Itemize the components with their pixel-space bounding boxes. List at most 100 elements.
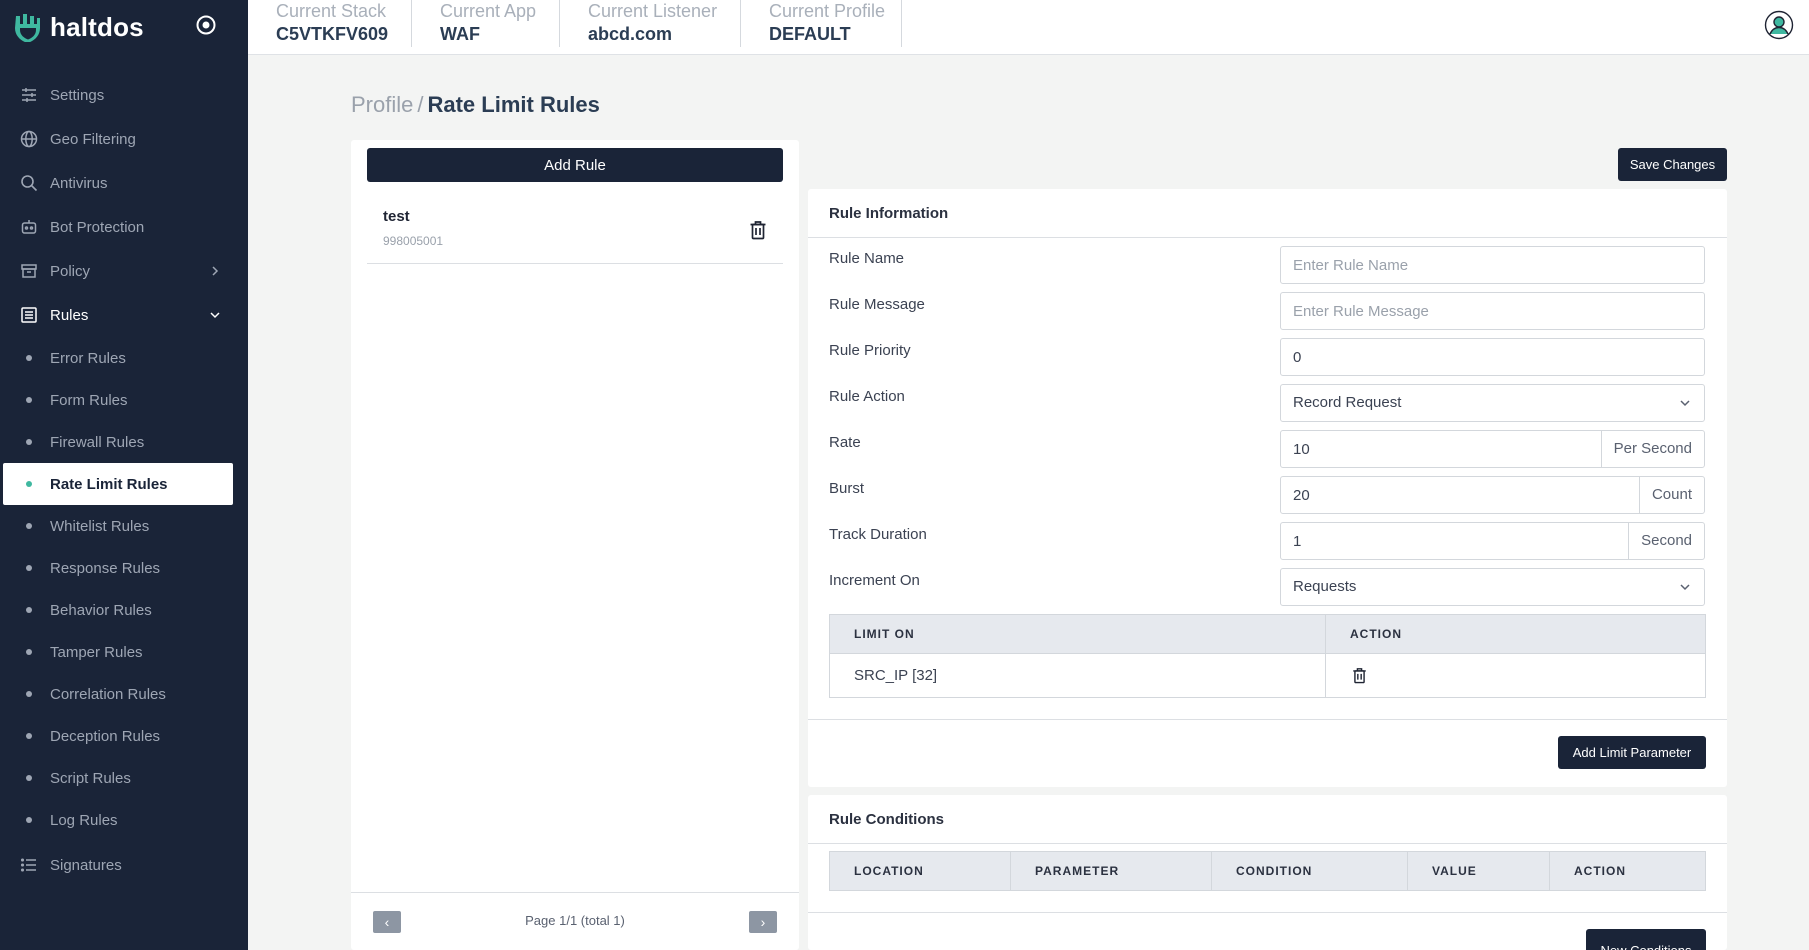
rule-information-title: Rule Information: [808, 189, 1727, 238]
chevron-down-icon: [1680, 400, 1690, 407]
sidebar-subitem-correlation-rules[interactable]: Correlation Rules: [0, 673, 248, 715]
rule-item-name: test: [383, 208, 410, 225]
target-icon[interactable]: [195, 14, 217, 36]
rule-name-input[interactable]: [1280, 246, 1705, 284]
burst-input-group: Count: [1280, 476, 1705, 514]
current-app[interactable]: Current App WAF: [412, 0, 560, 47]
current-stack[interactable]: Current Stack C5VTKFV609: [248, 0, 412, 47]
sidebar-subitem-error-rules[interactable]: Error Rules: [0, 337, 248, 379]
current-profile[interactable]: Current Profile DEFAULT: [741, 0, 902, 47]
table-header-row: LOCATION PARAMETER CONDITION VALUE ACTIO…: [829, 851, 1706, 891]
increment-on-selected: Requests: [1293, 578, 1357, 595]
pagination: ‹ Page 1/1 (total 1) ›: [351, 892, 799, 950]
limit-on-cell: SRC_IP [32]: [829, 653, 1326, 698]
rule-message-row: Rule Message: [829, 292, 1706, 330]
burst-input[interactable]: [1281, 477, 1639, 513]
burst-unit: Count: [1638, 477, 1704, 513]
sidebar-subitem-label: Tamper Rules: [50, 643, 143, 661]
track-duration-row: Track Duration Second: [829, 522, 1706, 560]
sidebar-item-label: Policy: [50, 262, 91, 280]
table-row: SRC_IP [32]: [829, 653, 1706, 698]
sidebar-subitem-rate-limit-rules[interactable]: Rate Limit Rules: [3, 463, 233, 505]
current-app-value: WAF: [440, 24, 480, 44]
sidebar-subitem-behavior-rules[interactable]: Behavior Rules: [0, 589, 248, 631]
brand-logo[interactable]: haltdos: [14, 10, 144, 44]
bullet-list-icon: [20, 856, 38, 874]
sidebar-item-geo-filtering[interactable]: Geo Filtering: [0, 117, 248, 161]
sidebar-subitem-label: Firewall Rules: [50, 433, 145, 451]
increment-on-row: Increment On Requests: [829, 568, 1706, 606]
breadcrumb-separator: /: [417, 92, 424, 117]
sidebar-item-rules[interactable]: Rules: [0, 293, 248, 337]
current-listener[interactable]: Current Listener abcd.com: [560, 0, 741, 47]
sidebar-subitem-response-rules[interactable]: Response Rules: [0, 547, 248, 589]
bullet-icon: [26, 355, 32, 361]
user-avatar-icon[interactable]: [1764, 10, 1794, 40]
action-cell: [1325, 653, 1706, 698]
rule-information-card: Rule Information Rule Name Rule Message …: [808, 189, 1727, 787]
column-header-parameter: PARAMETER: [1010, 851, 1212, 891]
search-icon: [20, 174, 38, 192]
rule-message-input[interactable]: [1280, 292, 1705, 330]
next-page-button[interactable]: ›: [749, 911, 777, 933]
track-duration-input[interactable]: [1281, 523, 1629, 559]
bullet-icon: [26, 733, 32, 739]
globe-icon: [20, 130, 38, 148]
add-rule-button[interactable]: Add Rule: [367, 148, 783, 182]
sidebar-subitem-whitelist-rules[interactable]: Whitelist Rules: [0, 505, 248, 547]
current-app-label: Current App: [440, 1, 537, 21]
sidebar-item-antivirus[interactable]: Antivirus: [0, 161, 248, 205]
sidebar-subitem-deception-rules[interactable]: Deception Rules: [0, 715, 248, 757]
breadcrumb: Profile / Rate Limit Rules: [351, 92, 600, 118]
rate-input-group: Per Second: [1280, 430, 1705, 468]
rule-item-id: 998005001: [383, 234, 444, 248]
rule-list-item[interactable]: test 998005001: [367, 192, 783, 264]
rule-list-panel: Add Rule test 998005001 ‹ Page 1/1 (tota…: [351, 140, 799, 950]
rule-action-label: Rule Action: [829, 388, 905, 405]
sidebar-subitem-label: Response Rules: [50, 559, 161, 577]
sidebar-item-policy[interactable]: Policy: [0, 249, 248, 293]
current-profile-value: DEFAULT: [769, 24, 851, 44]
sidebar-subitem-firewall-rules[interactable]: Firewall Rules: [0, 421, 248, 463]
sidebar-subitem-script-rules[interactable]: Script Rules: [0, 757, 248, 799]
rule-name-row: Rule Name: [829, 246, 1706, 284]
breadcrumb-root[interactable]: Profile: [351, 92, 413, 117]
sidebar-item-label: Geo Filtering: [50, 130, 136, 148]
bullet-icon: [26, 691, 32, 697]
track-duration-label: Track Duration: [829, 526, 927, 543]
chevron-down-icon: [1680, 584, 1690, 591]
rule-message-label: Rule Message: [829, 296, 925, 313]
rate-input[interactable]: [1281, 431, 1601, 467]
page-indicator: Page 1/1 (total 1): [525, 913, 625, 928]
trash-icon[interactable]: [1352, 667, 1367, 684]
bullet-icon: [26, 439, 32, 445]
page-title: Rate Limit Rules: [427, 92, 600, 117]
sidebar-item-label: Bot Protection: [50, 218, 145, 236]
increment-on-select[interactable]: Requests: [1280, 568, 1705, 606]
brand-name: haltdos: [50, 11, 144, 42]
topbar: Current Stack C5VTKFV609 Current App WAF…: [248, 0, 1809, 55]
conditions-table: LOCATION PARAMETER CONDITION VALUE ACTIO…: [829, 851, 1706, 891]
rule-action-select[interactable]: Record Request: [1280, 384, 1705, 422]
bullet-icon: [26, 565, 32, 571]
sidebar-subitem-log-rules[interactable]: Log Rules: [0, 799, 248, 841]
new-conditions-button[interactable]: New Conditions: [1586, 929, 1706, 950]
rate-row: Rate Per Second: [829, 430, 1706, 468]
bullet-icon: [26, 481, 32, 487]
sidebar-item-bot-protection[interactable]: Bot Protection: [0, 205, 248, 249]
add-limit-parameter-button[interactable]: Add Limit Parameter: [1558, 736, 1706, 769]
column-header-action: ACTION: [1325, 614, 1706, 654]
rule-conditions-card: Rule Conditions LOCATION PARAMETER CONDI…: [808, 795, 1727, 950]
sidebar-item-signatures[interactable]: Signatures: [0, 843, 248, 887]
track-duration-input-group: Second: [1280, 522, 1705, 560]
rule-priority-input[interactable]: [1280, 338, 1705, 376]
sidebar-subitem-form-rules[interactable]: Form Rules: [0, 379, 248, 421]
trash-icon[interactable]: [749, 220, 767, 240]
rule-name-label: Rule Name: [829, 250, 905, 267]
sidebar-subitem-label: Form Rules: [50, 391, 128, 409]
sidebar-item-label: Settings: [50, 86, 105, 104]
sidebar-subitem-tamper-rules[interactable]: Tamper Rules: [0, 631, 248, 673]
chevron-right-icon: [212, 266, 219, 276]
save-changes-button[interactable]: Save Changes: [1618, 148, 1727, 181]
sidebar-item-settings[interactable]: Settings: [0, 73, 248, 117]
